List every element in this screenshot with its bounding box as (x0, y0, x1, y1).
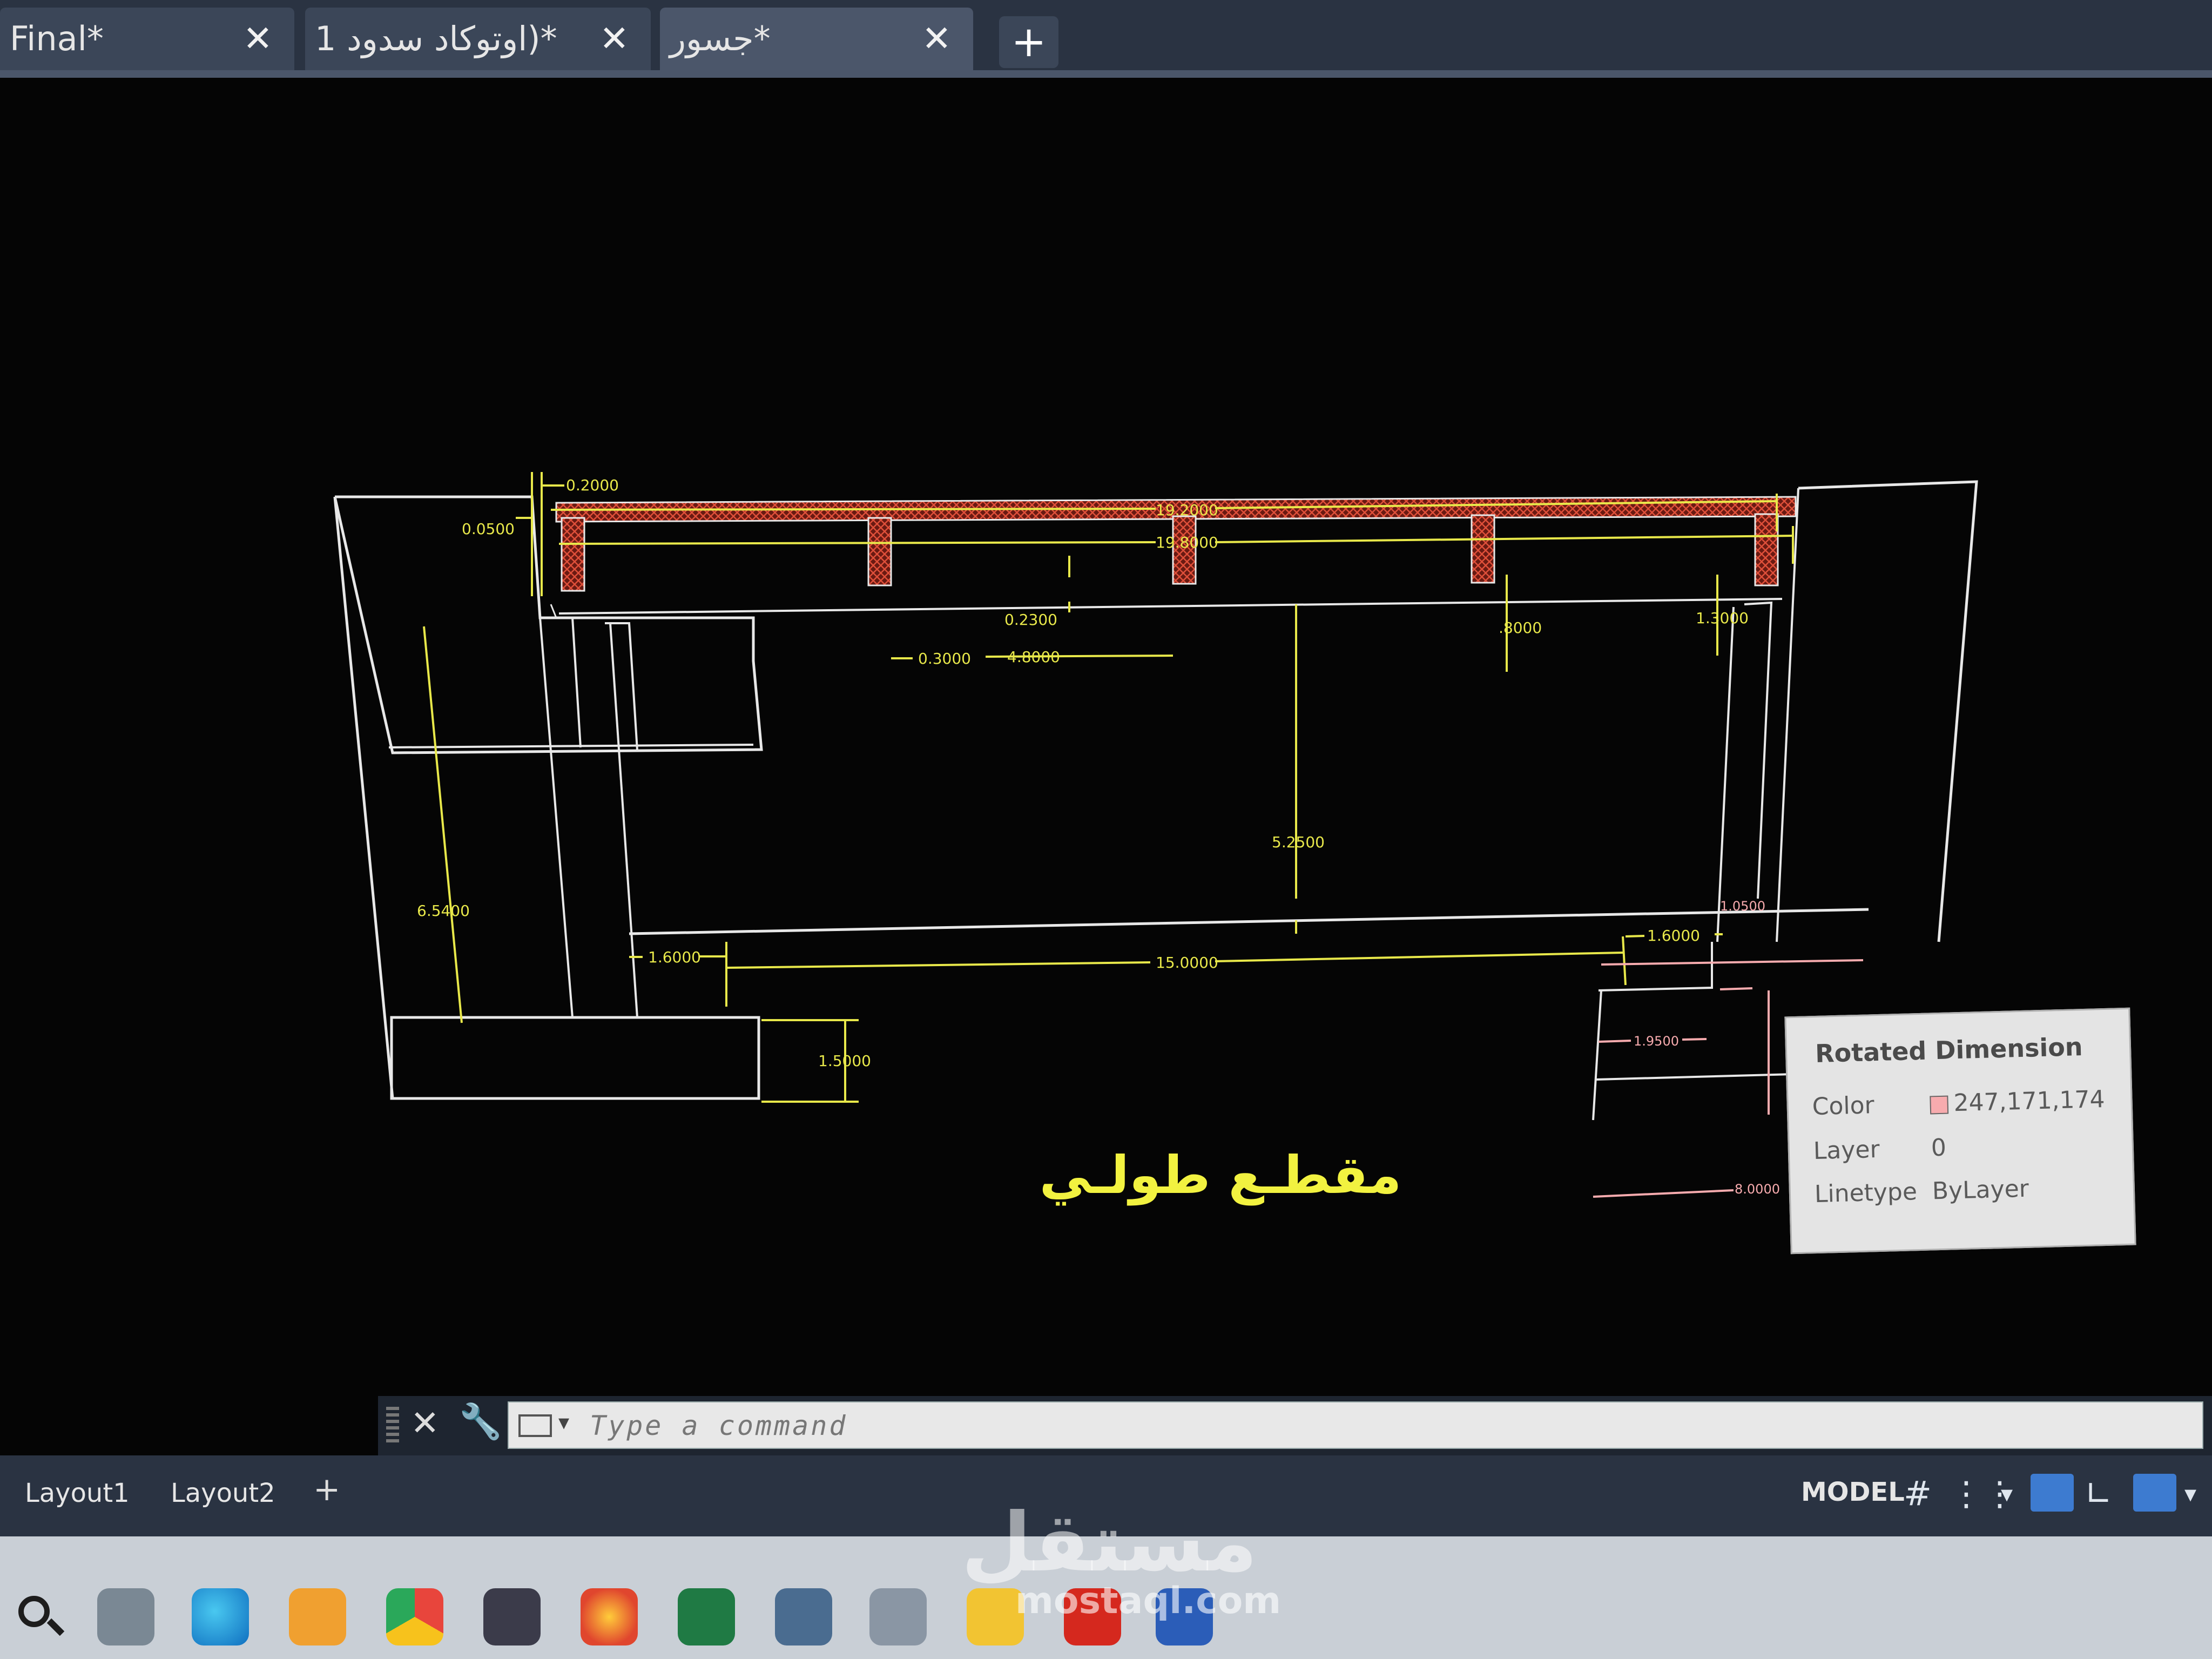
tab-final[interactable]: Final* ✕ (0, 8, 294, 70)
ortho-icon[interactable]: ∟ (2085, 1474, 2113, 1513)
close-icon[interactable]: ✕ (599, 8, 629, 70)
tab-strip (0, 70, 2212, 78)
tooltip-color-rgb: 247,171,174 (1953, 1085, 2106, 1117)
right-footing-bottom (1595, 1073, 1793, 1081)
tooltip-linetype-value: ByLayer (1932, 1175, 2029, 1205)
command-history-icon[interactable] (518, 1414, 552, 1437)
dim-19-8: 19.8000 (1156, 534, 1218, 551)
tab-layout2[interactable]: Layout2 (171, 1472, 275, 1515)
tooltip-layer-label: Layer (1813, 1135, 1880, 1165)
dim-6-54: 6.5400 (417, 902, 470, 920)
tooltip-color-label: Color (1812, 1091, 1875, 1121)
dim-1-6-left: 1.6000 (648, 948, 701, 966)
drawing-canvas[interactable]: 0.2000 0.0500 19.2000 19.8000 0.2300 0.3… (0, 78, 2212, 1395)
close-icon[interactable]: ✕ (922, 8, 952, 70)
firefox-icon[interactable] (581, 1588, 638, 1645)
tooltip-layer-value: 0 (1931, 1134, 1947, 1162)
infer-constraints-icon[interactable] (2031, 1474, 2074, 1512)
dim-0-3: 0.3000 (918, 650, 971, 667)
dim-0-8: .8000 (1499, 619, 1542, 637)
dim-8: 8.0000 (1735, 1182, 1780, 1197)
dim-15: 15.0000 (1156, 954, 1218, 972)
model-space-button[interactable]: MODEL (1801, 1477, 1905, 1507)
tab-autocad-dams[interactable]: اوتوكاد سدود 1)* ✕ (305, 8, 651, 70)
dim-0-23: 0.2300 (1004, 611, 1057, 629)
drawing-title: مقطـع طولـي (1040, 1145, 1401, 1206)
dimensions-yellow (423, 472, 1794, 1103)
chrome-icon[interactable] (386, 1588, 443, 1645)
tooltip-linetype-label: Linetype (1814, 1178, 1918, 1209)
tooltip-title: Rotated Dimension (1815, 1032, 2083, 1068)
close-icon[interactable]: ✕ (410, 1404, 440, 1444)
right-stem-1 (1716, 606, 1735, 942)
right-footing (1598, 942, 1713, 992)
dim-19-2: 19.2000 (1156, 501, 1218, 519)
dim-1-5: 1.5000 (818, 1052, 871, 1070)
chevron-down-icon[interactable]: ▾ (558, 1410, 569, 1435)
dim-5-25: 5.2500 (1272, 833, 1325, 851)
grid-icon[interactable]: # (1904, 1474, 1932, 1513)
tab-bridges[interactable]: جسور* ✕ (660, 8, 973, 70)
dimension-properties-tooltip: Rotated Dimension Color 247,171,174 Laye… (1784, 1007, 2136, 1255)
dim-0-05: 0.0500 (462, 520, 515, 538)
left-outer-wall (333, 496, 394, 1099)
girder-left-end (561, 517, 585, 592)
search-icon[interactable] (11, 1588, 68, 1645)
right-abutment-inner (1744, 601, 1773, 899)
watermark-url: mostaql.com (1015, 1580, 1282, 1622)
edge-icon[interactable] (192, 1588, 249, 1645)
command-placeholder: Type a command (590, 1410, 848, 1441)
right-footing-left (1592, 990, 1602, 1121)
task-view-icon[interactable] (97, 1588, 154, 1645)
store-icon[interactable] (289, 1588, 346, 1645)
document-tab-bar: Final* ✕ اوتوكاد سدود 1)* ✕ جسور* ✕ + (0, 0, 2212, 73)
command-input[interactable]: ▾ Type a command (508, 1401, 2203, 1449)
right-wall-line (1776, 488, 1799, 942)
dimension-labels: 0.2000 0.0500 19.2000 19.8000 0.2300 0.3… (417, 476, 1749, 1070)
deck-under-line-left (550, 604, 557, 618)
color-swatch (1930, 1095, 1949, 1115)
watermark-logo: مستقل (961, 1496, 1258, 1590)
left-abutment-base-line (388, 744, 754, 748)
dim-0-2: 0.2000 (566, 476, 619, 494)
3d-viewer-icon[interactable] (869, 1588, 927, 1645)
media-player-icon[interactable] (483, 1588, 541, 1645)
girder-3 (1471, 514, 1495, 584)
tooltip-color-value: 247,171,174 (1930, 1085, 2105, 1117)
dim-4-8: 4.8000 (1007, 648, 1060, 666)
girder-1 (867, 517, 892, 586)
tab-label: جسور* (670, 19, 771, 58)
command-line: ✕ 🔧 ▾ Type a command (378, 1396, 2212, 1455)
calculator-icon[interactable] (775, 1588, 832, 1645)
add-layout-button[interactable]: + (313, 1471, 340, 1508)
dim-1-05: 1.0500 (1720, 899, 1765, 914)
tab-label: اوتوكاد سدود 1)* (315, 19, 557, 58)
tab-layout1[interactable]: Layout1 (25, 1472, 130, 1515)
left-stem-line (539, 617, 574, 1018)
polar-tracking-icon[interactable] (2133, 1474, 2176, 1512)
tab-label: Final* (10, 19, 104, 58)
close-icon[interactable]: ✕ (243, 8, 273, 70)
chevron-down-icon[interactable]: ▾ (2184, 1480, 2196, 1508)
left-abutment-wall (605, 622, 638, 751)
dim-1-6-right: 1.6000 (1647, 927, 1700, 945)
right-abutment-outline (1798, 480, 1978, 942)
chevron-down-icon[interactable]: ▾ (2001, 1480, 2013, 1508)
new-tab-button[interactable]: + (999, 16, 1058, 68)
dim-1-95: 1.9500 (1634, 1034, 1679, 1049)
dim-1-3: 1.3000 (1696, 609, 1749, 627)
excel-icon[interactable] (678, 1588, 735, 1645)
deck-underside (558, 598, 1783, 615)
girder-right-end (1754, 513, 1779, 586)
left-footing (390, 1016, 760, 1100)
wrench-icon[interactable]: 🔧 (459, 1401, 502, 1442)
drag-handle-icon[interactable] (386, 1407, 399, 1445)
